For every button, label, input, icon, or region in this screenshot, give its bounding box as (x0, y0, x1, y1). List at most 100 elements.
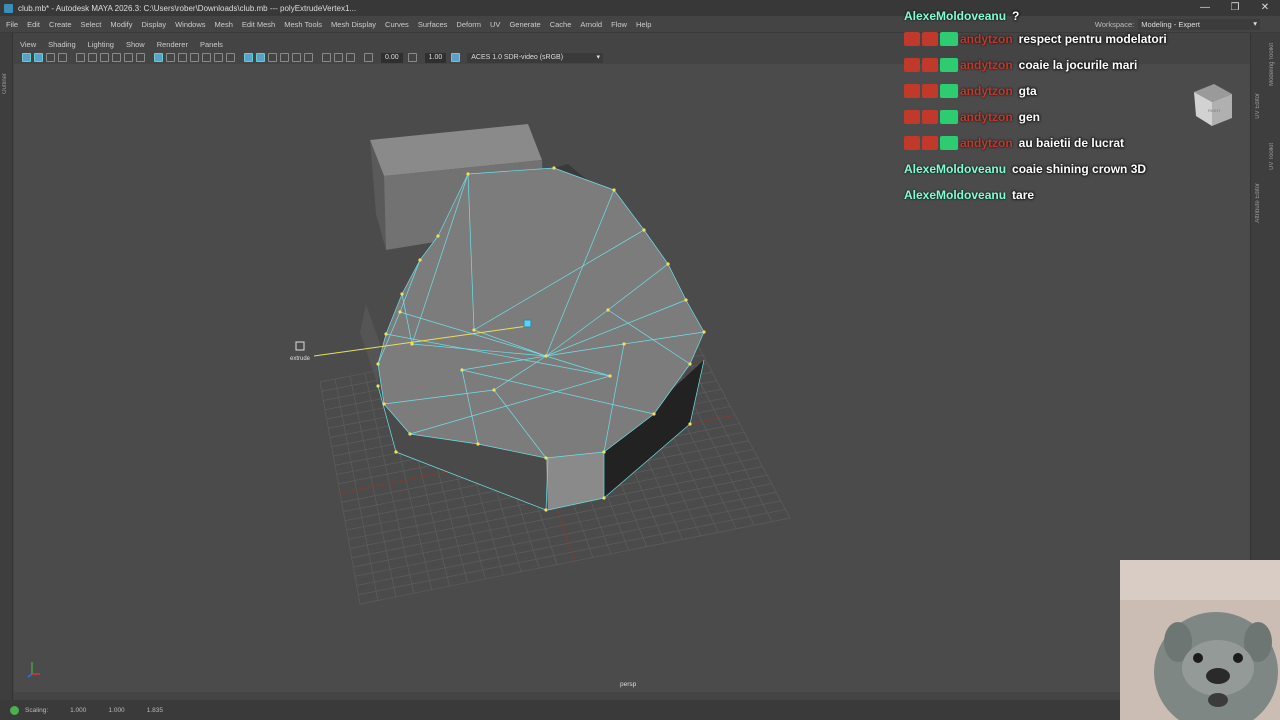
mesh-vertex[interactable] (476, 442, 480, 446)
manipulator-center-icon[interactable] (523, 319, 532, 328)
panel-menu-renderer[interactable]: Renderer (157, 40, 188, 49)
menu-edit-mesh[interactable]: Edit Mesh (242, 20, 275, 29)
image-plane-icon[interactable] (58, 53, 67, 62)
exposure-icon[interactable] (364, 53, 373, 62)
mesh-vertex[interactable] (544, 456, 548, 460)
mesh-vertex[interactable] (608, 374, 612, 378)
mesh-vertex[interactable] (602, 450, 606, 454)
chat-username: andytzon (960, 136, 1013, 150)
mesh-vertex[interactable] (382, 402, 386, 406)
gamma-icon[interactable] (407, 53, 417, 62)
menu-modify[interactable]: Modify (110, 20, 132, 29)
outliner-label[interactable]: Outliner (2, 73, 8, 94)
mesh-vertex[interactable] (652, 412, 656, 416)
textured-icon[interactable] (226, 53, 235, 62)
exposure-field[interactable]: 0.00 (381, 52, 403, 63)
mesh-vertex[interactable] (400, 292, 404, 296)
menu-uv[interactable]: UV (490, 20, 500, 29)
mesh-vertex[interactable] (460, 368, 464, 372)
shadows-icon[interactable] (256, 53, 265, 62)
mesh-vertex[interactable] (544, 354, 548, 358)
menu-flow[interactable]: Flow (611, 20, 627, 29)
screen-space-ao-icon[interactable] (268, 53, 277, 62)
mesh-vertex[interactable] (552, 166, 556, 170)
menu-display[interactable]: Display (142, 20, 167, 29)
mesh-vertex[interactable] (622, 342, 626, 346)
panel-menu-shading[interactable]: Shading (48, 40, 76, 49)
mesh-vertex[interactable] (602, 496, 606, 500)
menu-edit[interactable]: Edit (27, 20, 40, 29)
mesh-vertex[interactable] (544, 508, 548, 512)
camera-attributes-icon[interactable] (34, 53, 43, 62)
menu-surfaces[interactable]: Surfaces (418, 20, 448, 29)
color-management-icon[interactable] (451, 53, 461, 62)
tab-uv-editor[interactable]: UV Editor (1255, 93, 1261, 119)
mesh-vertex[interactable] (606, 308, 610, 312)
mesh-vertex[interactable] (688, 422, 692, 426)
menu-mesh-tools[interactable]: Mesh Tools (284, 20, 322, 29)
mesh-vertex[interactable] (612, 188, 616, 192)
menu-windows[interactable]: Windows (175, 20, 205, 29)
mesh-vertex[interactable] (666, 262, 670, 266)
xray-joints-icon[interactable] (346, 53, 355, 62)
mesh-vertex[interactable] (702, 330, 706, 334)
menu-file[interactable]: File (6, 20, 18, 29)
menu-help[interactable]: Help (636, 20, 651, 29)
smooth-shade-icon[interactable] (202, 53, 211, 62)
panel-menu-view[interactable]: View (20, 40, 36, 49)
wireframe-icon[interactable] (190, 53, 199, 62)
mesh-vertex[interactable] (408, 432, 412, 436)
mesh-vertex[interactable] (384, 332, 388, 336)
use-all-lights-icon[interactable] (244, 53, 253, 62)
outliner-strip[interactable]: Outliner (0, 33, 13, 700)
menu-arnold[interactable]: Arnold (580, 20, 602, 29)
menu-cache[interactable]: Cache (550, 20, 572, 29)
panel-menu-panels[interactable]: Panels (200, 40, 223, 49)
wireframe-on-shaded-icon[interactable] (214, 53, 223, 62)
chat-message: andytzon gen (904, 104, 1234, 130)
menu-mesh[interactable]: Mesh (215, 20, 233, 29)
grid-icon[interactable] (154, 53, 163, 62)
menu-generate[interactable]: Generate (509, 20, 540, 29)
menu-curves[interactable]: Curves (385, 20, 409, 29)
anti-aliasing-icon[interactable] (292, 53, 301, 62)
grease-pencil-icon[interactable] (88, 53, 97, 62)
safe-action-icon[interactable] (166, 53, 175, 62)
mesh-vertex[interactable] (436, 234, 440, 238)
panel-menu-lighting[interactable]: Lighting (88, 40, 114, 49)
menu-select[interactable]: Select (81, 20, 102, 29)
depth-of-field-icon[interactable] (304, 53, 313, 62)
close-button[interactable]: ✕ (1250, 0, 1280, 16)
mesh-vertex[interactable] (398, 310, 402, 314)
bookmark-icon[interactable] (46, 53, 55, 62)
mesh-vertex[interactable] (492, 388, 496, 392)
mesh-vertex[interactable] (394, 450, 398, 454)
select-camera-icon[interactable] (22, 53, 31, 62)
isolate-select-icon[interactable] (322, 53, 331, 62)
gamma-field[interactable]: 1.00 (424, 52, 447, 63)
color-space-dropdown[interactable]: ACES 1.0 SDR-video (sRGB) (467, 52, 604, 63)
tab-uv-toolkit[interactable]: UV Toolkit (1269, 143, 1275, 170)
two-d-pan-icon[interactable] (76, 53, 85, 62)
panel-menu-show[interactable]: Show (126, 40, 145, 49)
mesh-vertex[interactable] (684, 298, 688, 302)
mesh-vertex[interactable] (376, 384, 380, 388)
gate-mask-icon[interactable] (124, 53, 133, 62)
xray-icon[interactable] (334, 53, 343, 62)
motion-blur-icon[interactable] (280, 53, 289, 62)
menu-create[interactable]: Create (49, 20, 72, 29)
mesh-vertex[interactable] (376, 362, 380, 366)
menu-mesh-display[interactable]: Mesh Display (331, 20, 376, 29)
film-gate-icon[interactable] (100, 53, 109, 62)
menu-deform[interactable]: Deform (456, 20, 481, 29)
mesh-vertex[interactable] (466, 172, 470, 176)
resolution-gate-icon[interactable] (112, 53, 121, 62)
mesh-vertex[interactable] (688, 362, 692, 366)
tab-modeling-toolkit[interactable]: Modeling Toolkit (1269, 43, 1275, 86)
mesh-vertex[interactable] (642, 228, 646, 232)
field-chart-icon[interactable] (136, 53, 145, 62)
safe-title-icon[interactable] (178, 53, 187, 62)
mesh-vertex[interactable] (472, 328, 476, 332)
mesh-vertex[interactable] (418, 258, 422, 262)
tab-attribute-editor[interactable]: Attribute Editor (1255, 183, 1261, 223)
